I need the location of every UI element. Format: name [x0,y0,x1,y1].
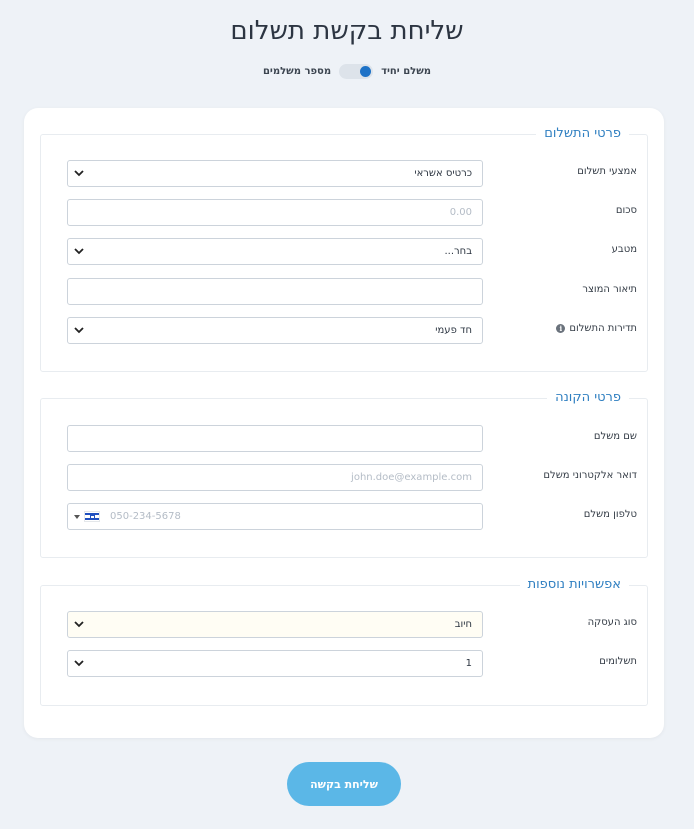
buyer-details-legend: פרטי הקונה [547,390,629,406]
payer-mode-switch[interactable] [339,64,374,79]
chevron-down-icon [74,621,84,628]
country-code-selector[interactable] [74,511,100,522]
info-icon[interactable]: i [556,324,566,333]
chevron-down-icon [74,170,84,177]
payment-method-select[interactable]: כרטיס אשראי [67,160,483,187]
extra-options-legend: אפשרויות נוספות [519,577,629,593]
installments-row: תשלומים 1 [67,650,637,677]
frequency-value: חד פעמי [435,325,472,336]
transaction-type-label: סוג העסקה [587,617,637,628]
payer-email-label: דואר אלקטרוני משלם [543,470,637,481]
payment-request-card: פרטי התשלום אמצעי תשלום כרטיס אשראי סכום… [24,108,664,738]
transaction-type-row: סוג העסקה חיוב [67,611,637,638]
description-row: תיאור המוצר [67,278,637,305]
multiple-payers-label: מספר משלמים [262,66,332,77]
payment-details-section: פרטי התשלום אמצעי תשלום כרטיס אשראי סכום… [40,126,648,372]
amount-placeholder: 0.00 [449,207,472,218]
currency-value: בחר... [444,246,473,257]
amount-input[interactable]: 0.00 [67,199,483,226]
payer-phone-row: טלפון משלם 050-234-5678 [67,503,637,530]
currency-label: מטבע [611,244,637,255]
payer-mode-toggle: משלם יחיד מספר משלמים [0,64,694,79]
payer-email-placeholder: john.doe@example.com [351,472,472,483]
buyer-details-section: פרטי הקונה שם משלם דואר אלקטרוני משלם jo… [40,390,648,558]
installments-select[interactable]: 1 [67,650,483,677]
payment-method-row: אמצעי תשלום כרטיס אשראי [67,160,637,187]
payment-method-label: אמצעי תשלום [577,166,637,177]
frequency-row: תדירות התשלום i חד פעמי [67,317,637,344]
submit-request-button[interactable]: שליחת בקשה [287,762,401,806]
extra-options-section: אפשרויות נוספות סוג העסקה חיוב תשלומים 1 [40,577,648,706]
frequency-select[interactable]: חד פעמי [67,317,483,344]
payer-name-input[interactable] [67,425,483,452]
payer-phone-label: טלפון משלם [583,509,637,520]
payment-details-legend: פרטי התשלום [536,126,629,142]
payer-phone-input[interactable]: 050-234-5678 [67,503,483,530]
currency-row: מטבע בחר... [67,238,637,265]
israel-flag-icon [84,511,100,522]
payer-email-row: דואר אלקטרוני משלם john.doe@example.com [67,464,637,491]
installments-label: תשלומים [599,656,637,667]
payer-name-row: שם משלם [67,425,637,452]
transaction-type-select[interactable]: חיוב [67,611,483,638]
amount-row: סכום 0.00 [67,199,637,226]
description-label: תיאור המוצר [582,284,637,295]
payer-name-label: שם משלם [593,431,637,442]
caret-down-icon [74,514,80,519]
currency-select[interactable]: בחר... [67,238,483,265]
frequency-label: תדירות התשלום [569,323,637,334]
chevron-down-icon [74,327,84,334]
description-input[interactable] [67,278,483,305]
payment-method-value: כרטיס אשראי [414,168,472,179]
switch-knob [360,66,372,77]
transaction-type-value: חיוב [454,619,472,630]
amount-label: סכום [615,205,637,216]
payer-email-input[interactable]: john.doe@example.com [67,464,483,491]
page-title: שליחת בקשת תשלום [230,16,464,46]
chevron-down-icon [74,248,84,255]
installments-value: 1 [465,658,472,669]
payer-phone-placeholder: 050-234-5678 [110,511,181,522]
single-payer-label: משלם יחיד [381,66,432,77]
frequency-label-wrap: תדירות התשלום i [556,323,637,334]
chevron-down-icon [74,660,84,667]
